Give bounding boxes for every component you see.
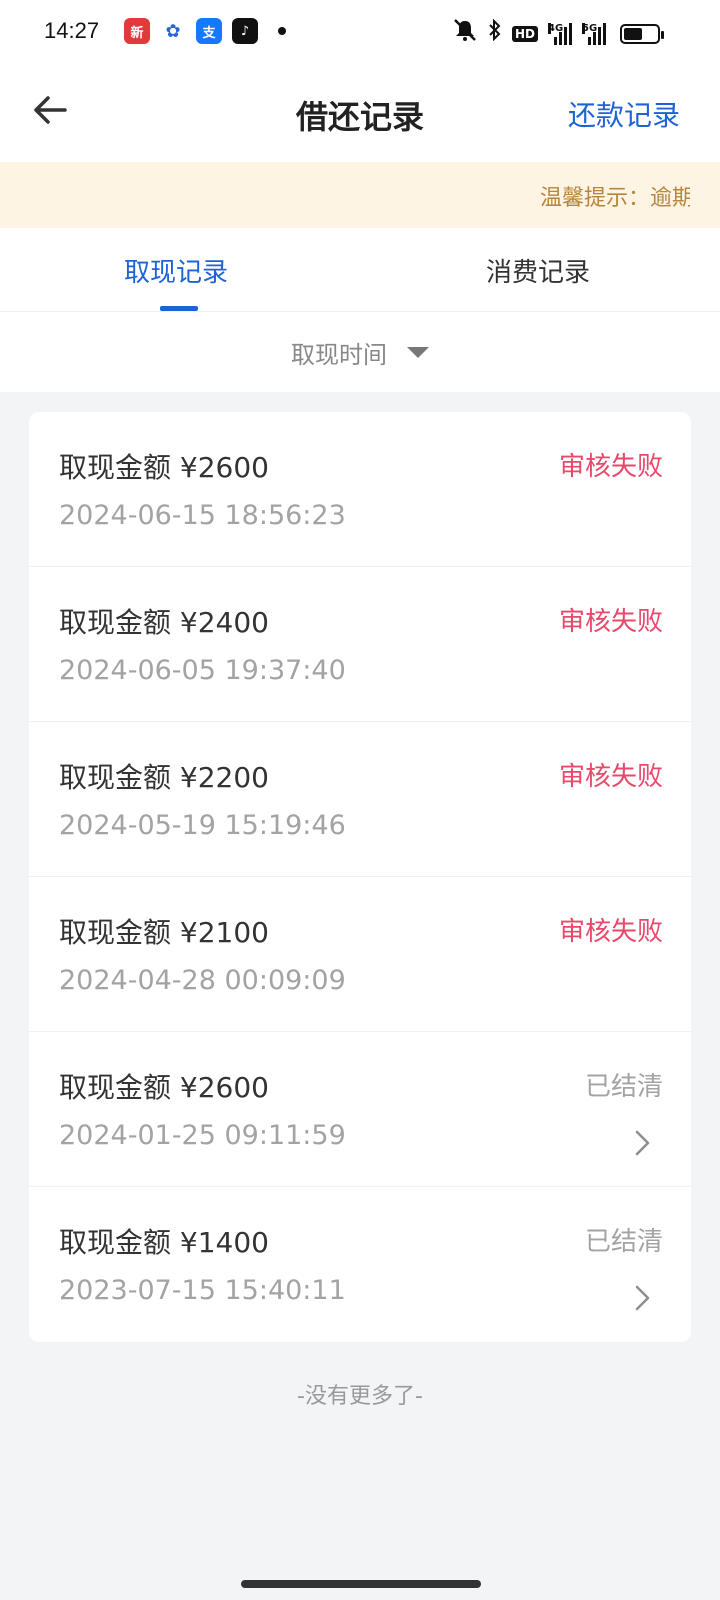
record-amount: 取现金额 ¥2600: [59, 1071, 269, 1104]
signal-4g-icon: 4G: [548, 23, 572, 45]
notice-banner: 温馨提示：逾期: [0, 162, 720, 228]
bluetooth-icon: [488, 18, 502, 49]
record-tabs: 取现记录 消费记录: [0, 228, 720, 312]
home-indicator[interactable]: [241, 1580, 481, 1588]
record-date: 2023-07-15 15:40:11: [59, 1275, 346, 1306]
record-date: 2024-06-15 18:56:23: [59, 500, 346, 531]
record-amount: 取现金额 ¥2400: [59, 606, 269, 639]
list-item[interactable]: 取现金额 ¥2100 2024-04-28 00:09:09 审核失败: [29, 877, 691, 1032]
list-item[interactable]: 取现金额 ¥1400 2023-07-15 15:40:11 已结清: [29, 1187, 691, 1342]
records-list: 取现金额 ¥2600 2024-06-15 18:56:23 审核失败 取现金额…: [29, 412, 691, 1342]
signal-5g-icon: 5G: [582, 23, 606, 45]
notice-text: 温馨提示：逾期: [540, 186, 690, 211]
list-item[interactable]: 取现金额 ¥2400 2024-06-05 19:37:40 审核失败: [29, 567, 691, 722]
page: 14:27 新 ✿ 支 ♪ HD 4G 5G 借还记录 还款记录 温馨提示：逾期…: [0, 0, 720, 1600]
record-date: 2024-05-19 15:19:46: [59, 810, 346, 841]
record-amount: 取现金额 ¥1400: [59, 1226, 269, 1259]
app-red-icon: 新: [124, 18, 150, 44]
active-tab-indicator: [160, 306, 198, 311]
tab-cash-withdrawal[interactable]: 取现记录: [124, 252, 228, 289]
record-amount: 取现金额 ¥2600: [59, 451, 269, 484]
baidu-paw-icon: ✿: [160, 18, 186, 44]
chevron-right-icon: [635, 1130, 650, 1156]
record-amount: 取现金额 ¥2100: [59, 916, 269, 949]
status-badge: 审核失败: [558, 607, 663, 637]
record-date: 2024-04-28 00:09:09: [59, 965, 346, 996]
status-badge: 已结清: [584, 1072, 663, 1102]
record-amount: 取现金额 ¥2200: [59, 761, 269, 794]
record-date: 2024-06-05 19:37:40: [59, 655, 346, 686]
chevron-right-icon: [635, 1285, 650, 1311]
system-status-icons: HD 4G 5G: [452, 18, 664, 50]
list-item[interactable]: 取现金额 ¥2200 2024-05-19 15:19:46 审核失败: [29, 722, 691, 877]
repayment-records-link[interactable]: 还款记录: [568, 94, 680, 134]
mute-bell-icon: [452, 18, 478, 50]
tab-consumption[interactable]: 消费记录: [486, 252, 590, 289]
tiktok-icon: ♪: [232, 18, 258, 44]
battery-icon: [620, 24, 664, 44]
filter-label: 取现时间: [291, 340, 387, 369]
status-badge: 审核失败: [558, 917, 663, 947]
list-item[interactable]: 取现金额 ¥2600 2024-01-25 09:11:59 已结清: [29, 1032, 691, 1187]
status-time: 14:27: [44, 18, 100, 43]
record-date: 2024-01-25 09:11:59: [59, 1120, 346, 1151]
status-app-icons: 新 ✿ 支 ♪: [124, 18, 286, 44]
caret-down-icon: [407, 346, 429, 358]
notification-dot-icon: [278, 27, 286, 35]
time-filter-dropdown[interactable]: 取现时间: [0, 312, 720, 392]
no-more-text: -没有更多了-: [297, 1384, 423, 1409]
nav-header: 借还记录 还款记录: [0, 66, 720, 162]
hd-voice-icon: HD: [511, 26, 538, 42]
list-item[interactable]: 取现金额 ¥2600 2024-06-15 18:56:23 审核失败: [29, 412, 691, 567]
status-bar: 14:27 新 ✿ 支 ♪ HD 4G 5G: [0, 0, 720, 66]
status-badge: 已结清: [584, 1227, 663, 1257]
status-badge: 审核失败: [558, 762, 663, 792]
status-badge: 审核失败: [558, 452, 663, 482]
alipay-icon: 支: [196, 18, 222, 44]
